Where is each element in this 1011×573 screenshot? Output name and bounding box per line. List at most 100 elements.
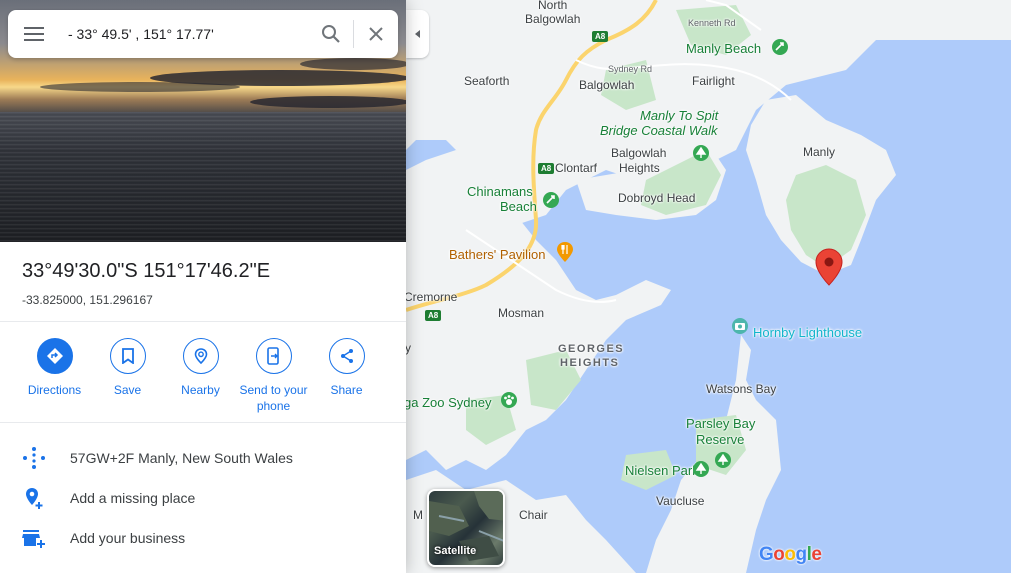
bookmark-icon xyxy=(121,348,134,364)
directions-icon-circle xyxy=(36,338,73,374)
label-taronga-zoo[interactable]: ga Zoo Sydney xyxy=(406,395,491,410)
label-manly: Manly xyxy=(803,145,836,159)
label-manly-beach[interactable]: Manly Beach xyxy=(686,41,761,56)
label-seaforth: Seaforth xyxy=(464,74,510,88)
send-to-phone-label: Send to your phone xyxy=(239,383,308,413)
share-icon-circle xyxy=(328,338,365,374)
route-shield-a8: A8 xyxy=(592,31,609,42)
lighthouse-camera-icon[interactable] xyxy=(731,317,749,335)
label-manly-to-spit[interactable]: Manly To Spit xyxy=(640,108,718,123)
coordinates-header: 33°49'30.0"S 151°17'46.2"E -33.825000, 1… xyxy=(22,260,270,307)
label-mosman: Mosman xyxy=(498,306,545,320)
label-nielsen-park[interactable]: Nielsen Park xyxy=(625,463,699,478)
action-bar: Directions Save Nearby Send to your phon… xyxy=(18,338,383,414)
label-dobroyd-head: Dobroyd Head xyxy=(618,191,696,205)
label-fairlight: Fairlight xyxy=(692,74,735,88)
clear-search-button[interactable] xyxy=(354,10,398,58)
add-business-icon xyxy=(22,530,45,548)
label-balgowlah-heights-2: Heights xyxy=(619,161,660,175)
place-panel: 33°49'30.0"S 151°17'46.2"E -33.825000, 1… xyxy=(0,0,406,573)
share-label: Share xyxy=(330,383,363,397)
search-box xyxy=(8,10,398,58)
label-parsley-bay-1[interactable]: Parsley Bay xyxy=(686,416,755,431)
label-hornby-lighthouse[interactable]: Hornby Lighthouse xyxy=(753,325,862,340)
label-vaucluse: Vaucluse xyxy=(656,494,705,508)
divider xyxy=(0,422,406,423)
collapse-panel-button[interactable] xyxy=(406,10,429,58)
label-mrs-macquaries-chair-2: Chair xyxy=(519,508,548,522)
send-to-phone-icon xyxy=(266,347,279,365)
add-location-icon xyxy=(26,488,43,509)
label-parsley-bay-2[interactable]: Reserve xyxy=(696,432,744,447)
route-shield-a8: A8 xyxy=(538,163,555,174)
label-clontarf: Clontarf xyxy=(555,161,598,175)
directions-label: Directions xyxy=(27,383,82,397)
add-business-icon-wrap xyxy=(0,526,70,550)
directions-button[interactable]: Directions xyxy=(18,338,91,414)
share-icon xyxy=(340,349,353,363)
save-button[interactable]: Save xyxy=(91,338,164,414)
route-shield-a8: A8 xyxy=(425,310,442,321)
close-icon xyxy=(369,27,383,41)
add-business-row[interactable]: Add your business xyxy=(0,518,406,558)
nearby-icon-circle xyxy=(182,338,219,374)
maps-app: North Balgowlah Kenneth Rd Manly Beach Sy… xyxy=(0,0,1011,573)
add-missing-place-text: Add a missing place xyxy=(70,490,196,506)
coordinates-dms: 33°49'30.0"S 151°17'46.2"E xyxy=(22,260,271,282)
add-location-icon-wrap xyxy=(0,486,70,510)
satellite-layer-toggle[interactable]: Satellite xyxy=(427,489,505,567)
label-georges-heights-2: HEIGHTS xyxy=(560,357,620,369)
label-georges-heights-1: GEORGES xyxy=(558,343,625,355)
label-balgowlah-heights-1: Balgowlah xyxy=(611,146,667,160)
coordinates-decimal[interactable]: -33.825000, 151.296167 xyxy=(22,293,270,307)
beach-pin-icon[interactable] xyxy=(542,191,560,209)
map-canvas[interactable]: North Balgowlah Kenneth Rd Manly Beach Sy… xyxy=(406,0,1011,573)
photo-cloud xyxy=(250,96,406,108)
send-to-phone-icon-circle xyxy=(255,338,292,374)
park-tree-icon[interactable] xyxy=(714,451,732,469)
manly-beach-pin-icon[interactable] xyxy=(771,38,789,56)
add-missing-place-row[interactable]: Add a missing place xyxy=(0,478,406,518)
divider xyxy=(0,321,406,322)
plus-code-icon xyxy=(23,447,45,469)
label-mrs-macquaries-chair-1: M xyxy=(413,508,423,522)
label-chinamans-beach-1[interactable]: Chinamans xyxy=(467,184,533,199)
nearby-icon xyxy=(194,348,207,365)
search-input[interactable] xyxy=(60,14,309,54)
photo-cloud xyxy=(300,58,406,70)
send-to-phone-button[interactable]: Send to your phone xyxy=(237,338,310,414)
search-button[interactable] xyxy=(309,10,353,58)
photo-cloud xyxy=(40,82,240,92)
label-edge-y: y xyxy=(406,341,411,355)
location-pin-icon[interactable] xyxy=(815,248,843,291)
save-icon-circle xyxy=(109,338,146,374)
park-tree-icon[interactable] xyxy=(692,460,710,478)
plus-code-icon-wrap xyxy=(0,446,70,470)
label-balgowlah: Balgowlah xyxy=(579,78,635,92)
satellite-label: Satellite xyxy=(434,545,477,557)
nearby-label: Nearby xyxy=(181,383,220,397)
add-business-text: Add your business xyxy=(70,530,186,546)
photo-sea xyxy=(0,112,406,242)
search-icon xyxy=(322,25,340,43)
menu-button[interactable] xyxy=(8,10,60,58)
zoo-paw-icon[interactable] xyxy=(500,391,518,409)
label-sydney-rd: Sydney Rd xyxy=(608,64,653,74)
label-north-balgowlah: North Balgowlah xyxy=(525,0,581,26)
share-button[interactable]: Share xyxy=(310,338,383,414)
plus-code-text: 57GW+2F Manly, New South Wales xyxy=(70,450,293,466)
save-label: Save xyxy=(113,383,142,397)
label-bridge-coastal-walk[interactable]: Bridge Coastal Walk xyxy=(600,123,718,138)
label-watsons-bay: Watsons Bay xyxy=(706,382,777,396)
restaurant-icon[interactable] xyxy=(556,241,574,262)
label-chinamans-beach-2[interactable]: Beach xyxy=(500,199,537,214)
google-logo: Google xyxy=(759,544,822,565)
nearby-button[interactable]: Nearby xyxy=(164,338,237,414)
plus-code-row[interactable]: 57GW+2F Manly, New South Wales xyxy=(0,438,406,478)
label-cremorne: Cremorne xyxy=(406,290,458,304)
hamburger-menu-icon xyxy=(24,27,44,41)
caret-left-icon xyxy=(414,30,420,38)
park-tree-icon[interactable] xyxy=(692,144,710,162)
label-bathers-pavilion[interactable]: Bathers' Pavilion xyxy=(449,247,545,262)
label-kenneth-rd: Kenneth Rd xyxy=(688,18,736,28)
